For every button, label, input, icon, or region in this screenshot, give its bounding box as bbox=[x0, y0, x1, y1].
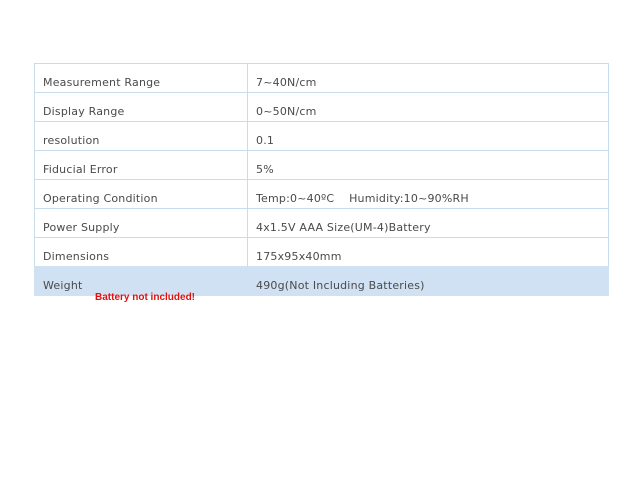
table-row: Power Supply 4x1.5V AAA Size(UM-4)Batter… bbox=[34, 208, 609, 238]
spec-label: Dimensions bbox=[34, 237, 248, 267]
table-row: resolution 0.1 bbox=[34, 121, 609, 151]
battery-note: Battery not included! bbox=[95, 292, 196, 303]
table-row: Display Range 0~50N/cm bbox=[34, 92, 609, 122]
table-row: Fiducial Error 5% bbox=[34, 150, 609, 180]
spec-label: Power Supply bbox=[34, 208, 248, 238]
spec-label: Display Range bbox=[34, 92, 248, 122]
table-row: Measurement Range 7~40N/cm bbox=[34, 63, 609, 93]
spec-value: 490g(Not Including Batteries) bbox=[247, 266, 609, 296]
spec-label: Fiducial Error bbox=[34, 150, 248, 180]
table-row: Operating Condition Temp:0~40ºC Humidity… bbox=[34, 179, 609, 209]
spec-value: 5% bbox=[247, 150, 609, 180]
spec-value: 0~50N/cm bbox=[247, 92, 609, 122]
spec-value: Temp:0~40ºC Humidity:10~90%RH bbox=[247, 179, 609, 209]
spec-label: Operating Condition bbox=[34, 179, 248, 209]
spec-label: resolution bbox=[34, 121, 248, 151]
spec-value: 0.1 bbox=[247, 121, 609, 151]
spec-value: 175x95x40mm bbox=[247, 237, 609, 267]
spec-value: 7~40N/cm bbox=[247, 63, 609, 93]
specifications-table: Measurement Range 7~40N/cm Display Range… bbox=[34, 63, 609, 296]
spec-label: Measurement Range bbox=[34, 63, 248, 93]
table-row: Dimensions 175x95x40mm bbox=[34, 237, 609, 267]
spec-value: 4x1.5V AAA Size(UM-4)Battery bbox=[247, 208, 609, 238]
